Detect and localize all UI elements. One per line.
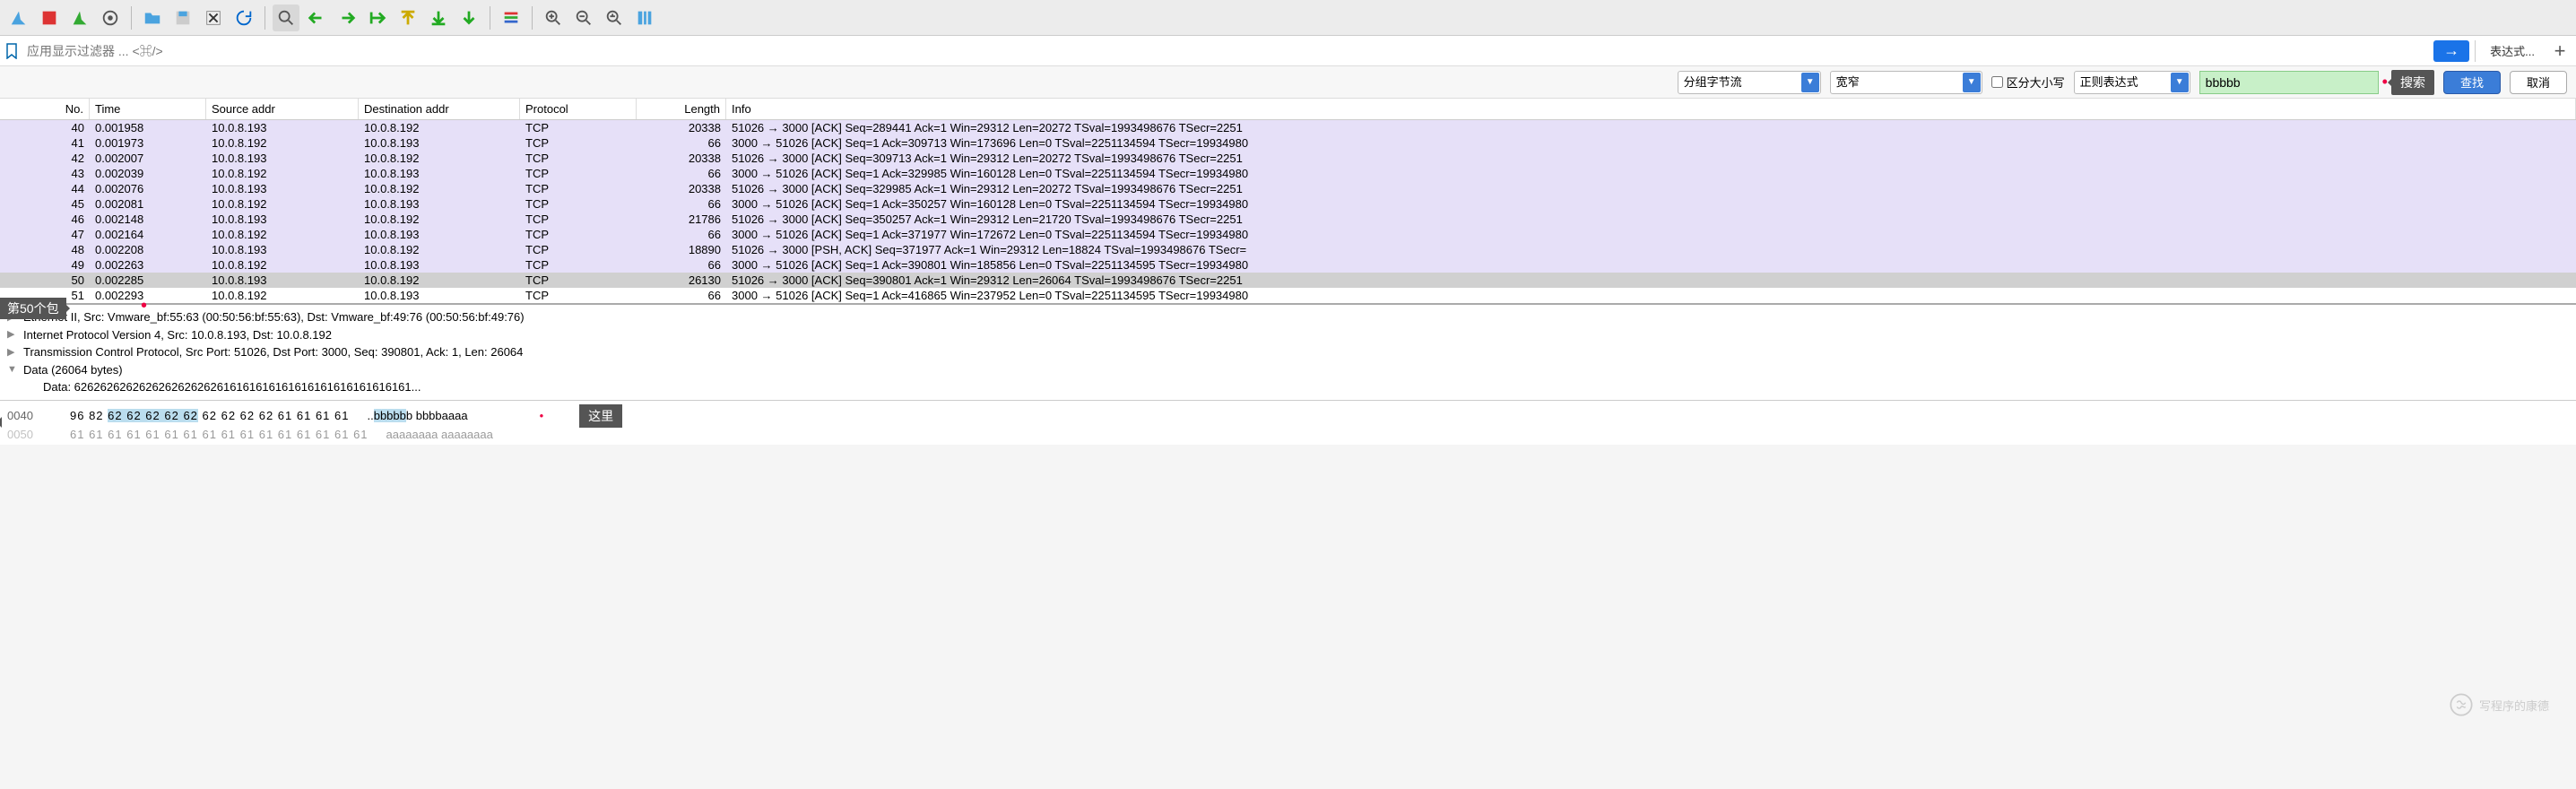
packet-row[interactable]: 490.00226310.0.8.19210.0.8.193TCP663000 …	[0, 257, 2576, 273]
detail-data-hex[interactable]: Data: 6262626262626262626262616161616161…	[43, 378, 421, 396]
hex-ascii: aaaaaaaa aaaaaaaa	[386, 428, 493, 441]
packet-row[interactable]: 410.00197310.0.8.19210.0.8.193TCP663000 …	[0, 135, 2576, 151]
next-icon[interactable]	[334, 4, 360, 31]
case-sensitive-checkbox[interactable]: 区分大小写	[1991, 74, 2065, 91]
bookmark-icon[interactable]	[5, 43, 18, 59]
find-bar: 分组字节流▼ 宽窄▼ 区分大小写 正则表达式▼ • 搜索 查找 取消	[0, 66, 2576, 99]
packet-50-label: 第50个包	[0, 298, 66, 319]
cancel-btn[interactable]: 取消	[2510, 71, 2567, 94]
packet-row[interactable]: 480.00220810.0.8.19310.0.8.192TCP1889051…	[0, 242, 2576, 257]
expression-btn[interactable]: 表达式...	[2490, 42, 2535, 59]
reload-icon[interactable]	[230, 4, 257, 31]
expand-icon[interactable]: ▶	[7, 327, 18, 342]
col-time[interactable]: Time	[90, 99, 206, 119]
apply-filter-btn[interactable]: →	[2433, 40, 2469, 62]
hex-indicator-dot: •	[540, 409, 544, 422]
packet-row[interactable]: 470.00216410.0.8.19210.0.8.193TCP663000 …	[0, 227, 2576, 242]
packet-row[interactable]: 440.00207610.0.8.19310.0.8.192TCP2033851…	[0, 181, 2576, 196]
save-icon[interactable]	[169, 4, 196, 31]
search-term-input[interactable]	[2199, 71, 2379, 94]
resize-cols-icon[interactable]	[631, 4, 658, 31]
add-filter-btn[interactable]: +	[2549, 39, 2571, 63]
here-tag: 这里	[579, 404, 622, 428]
detail-eth[interactable]: Ethernet II, Src: Vmware_bf:55:63 (00:50…	[23, 308, 525, 326]
packet-row[interactable]: 460.00214810.0.8.19310.0.8.192TCP2178651…	[0, 212, 2576, 227]
packet-row[interactable]: 400.00195810.0.8.19310.0.8.192TCP2033851…	[0, 120, 2576, 135]
packet-list-header: No. Time Source addr Destination addr Pr…	[0, 99, 2576, 120]
open-icon[interactable]	[139, 4, 166, 31]
prev-icon[interactable]	[303, 4, 330, 31]
hex-bytes[interactable]: 61 61 61 61 61 61 61 61 61 61 61 61 61 6…	[70, 428, 369, 441]
hex-offset: 0050	[7, 428, 52, 441]
hex-ascii: ..bbbbbb bbbbaaaa	[367, 409, 467, 422]
col-src[interactable]: Source addr	[206, 99, 359, 119]
display-filter-input[interactable]	[23, 42, 2428, 60]
options-icon[interactable]	[97, 4, 124, 31]
packet-row[interactable]: 510.00229310.0.8.19210.0.8.193TCP663000 …	[0, 288, 2576, 303]
detail-tcp[interactable]: Transmission Control Protocol, Src Port:…	[23, 343, 523, 361]
col-proto[interactable]: Protocol	[520, 99, 637, 119]
watermark: 写程序的康德	[2449, 692, 2549, 717]
go-last-icon[interactable]	[425, 4, 452, 31]
packet-row[interactable]: 500.00228510.0.8.19310.0.8.192TCP2613051…	[0, 273, 2576, 288]
find-btn[interactable]: 查找	[2443, 71, 2501, 94]
shark-fin-icon[interactable]	[5, 4, 32, 31]
stop-icon[interactable]	[36, 4, 63, 31]
display-filter-bar: → 表达式... +	[0, 36, 2576, 66]
hex-bytes[interactable]: 96 82 62 62 62 62 62 62 62 62 62 61 61 6…	[70, 409, 349, 422]
go-first-icon[interactable]	[395, 4, 421, 31]
restart-icon[interactable]	[66, 4, 93, 31]
hex-pane[interactable]: 0040 96 82 62 62 62 62 62 62 62 62 62 61…	[0, 400, 2576, 445]
col-info[interactable]: Info	[726, 99, 2576, 119]
packet-detail-pane[interactable]: ▶ Ethernet II, Src: Vmware_bf:55:63 (00:5…	[0, 303, 2576, 400]
collapse-icon[interactable]: ▼	[7, 362, 18, 377]
jump-icon[interactable]	[364, 4, 391, 31]
auto-scroll-icon[interactable]	[455, 4, 482, 31]
detail-data[interactable]: Data (26064 bytes)	[23, 361, 123, 379]
col-no[interactable]: No.	[0, 99, 90, 119]
marker-dot: •	[141, 296, 147, 316]
packet-row[interactable]: 450.00208110.0.8.19210.0.8.193TCP663000 …	[0, 196, 2576, 212]
expand-icon[interactable]: ▶	[7, 345, 18, 360]
main-toolbar	[0, 0, 2576, 36]
zoom-out-icon[interactable]	[570, 4, 597, 31]
packet-row[interactable]: 420.00200710.0.8.19310.0.8.192TCP2033851…	[0, 151, 2576, 166]
zoom-reset-icon[interactable]	[601, 4, 628, 31]
hex-offset: 0040	[7, 409, 52, 422]
find-icon[interactable]	[273, 4, 299, 31]
packet-row[interactable]: 430.00203910.0.8.19210.0.8.193TCP663000 …	[0, 166, 2576, 181]
charset-select[interactable]: 宽窄	[1830, 71, 1982, 94]
col-dst[interactable]: Destination addr	[359, 99, 520, 119]
colorize-icon[interactable]	[498, 4, 525, 31]
close-icon[interactable]	[200, 4, 227, 31]
zoom-in-icon[interactable]	[540, 4, 567, 31]
packet-list[interactable]: 第50个包 • 400.00195810.0.8.19310.0.8.192TC…	[0, 120, 2576, 303]
col-len[interactable]: Length	[637, 99, 726, 119]
search-tag: 搜索	[2391, 70, 2434, 95]
search-in-select[interactable]: 分组字节流	[1678, 71, 1821, 94]
detail-ip[interactable]: Internet Protocol Version 4, Src: 10.0.8…	[23, 326, 332, 344]
